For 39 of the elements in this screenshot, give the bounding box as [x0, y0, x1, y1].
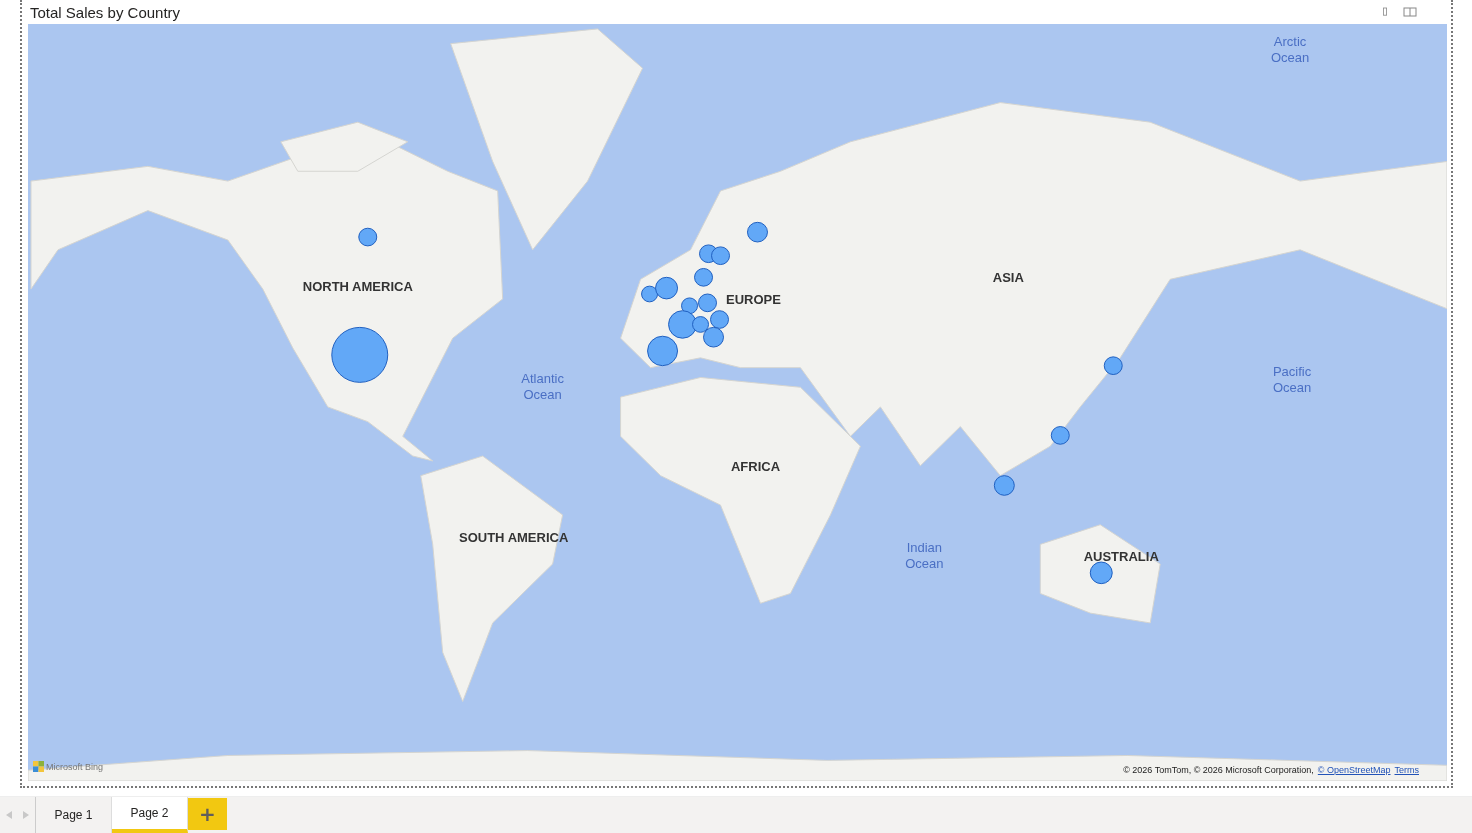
- sales-bubble[interactable]: [703, 326, 724, 348]
- sales-bubble[interactable]: [331, 326, 389, 383]
- sales-bubble[interactable]: [358, 227, 378, 247]
- sales-bubble[interactable]: [681, 297, 699, 315]
- ocean-label: Pacific Ocean: [1271, 364, 1313, 397]
- map-provider-label: Microsoft Bing: [46, 761, 104, 772]
- continent-label: ASIA: [992, 269, 1024, 285]
- attribution-link[interactable]: © OpenStreetMap: [1317, 765, 1391, 775]
- visual-title: Total Sales by Country: [29, 3, 181, 21]
- add-page-button[interactable]: +: [188, 798, 227, 830]
- sales-bubble[interactable]: [668, 310, 698, 339]
- continent-label: SOUTH AMERICA: [459, 529, 569, 544]
- sales-bubble[interactable]: [1103, 356, 1123, 375]
- continent-label: AFRICA: [730, 458, 781, 474]
- sales-bubble[interactable]: [1050, 426, 1070, 445]
- focus-mode-icon[interactable]: [1403, 7, 1417, 17]
- sales-bubble[interactable]: [1089, 561, 1113, 585]
- sales-bubble[interactable]: [692, 316, 709, 333]
- ocean-label: Indian Ocean: [904, 540, 945, 573]
- page-tab[interactable]: Page 2: [112, 797, 188, 833]
- sales-bubble[interactable]: [698, 293, 717, 313]
- bing-logo-icon: [33, 761, 44, 772]
- ocean-label: Atlantic Ocean: [520, 371, 565, 404]
- sales-bubble[interactable]: [655, 276, 679, 300]
- map[interactable]: Microsoft Bing © 2026 TomTom, © 2026 Microsoft Corporation, © OpenStreetMap Terms Arctic Ocean NORTH AMERICA ASIA EUROPE Pacific Ocean Atlantic Ocean AFRICA SOUTH AMERICA Indian Ocean AUSTRALIA: [28, 24, 1447, 781]
- attribution-link[interactable]: Terms: [1394, 765, 1419, 775]
- continent-label: NORTH AMERICA: [302, 278, 413, 294]
- continent-label: EUROPE: [726, 291, 781, 307]
- sales-bubble[interactable]: [647, 335, 679, 367]
- sales-bubble[interactable]: [641, 285, 659, 303]
- sales-bubble[interactable]: [711, 246, 730, 266]
- sales-bubble[interactable]: [747, 221, 768, 243]
- copyright-text: © 2026 TomTom, © 2026 Microsoft Corporation,: [1123, 765, 1314, 775]
- pin-icon[interactable]: [1381, 7, 1389, 17]
- sales-bubble[interactable]: [710, 310, 729, 329]
- sales-bubble[interactable]: [993, 475, 1015, 496]
- continent-label: AUSTRALIA: [1083, 548, 1159, 564]
- sales-bubble[interactable]: [694, 268, 713, 287]
- ocean-label: Arctic Ocean: [1269, 33, 1311, 66]
